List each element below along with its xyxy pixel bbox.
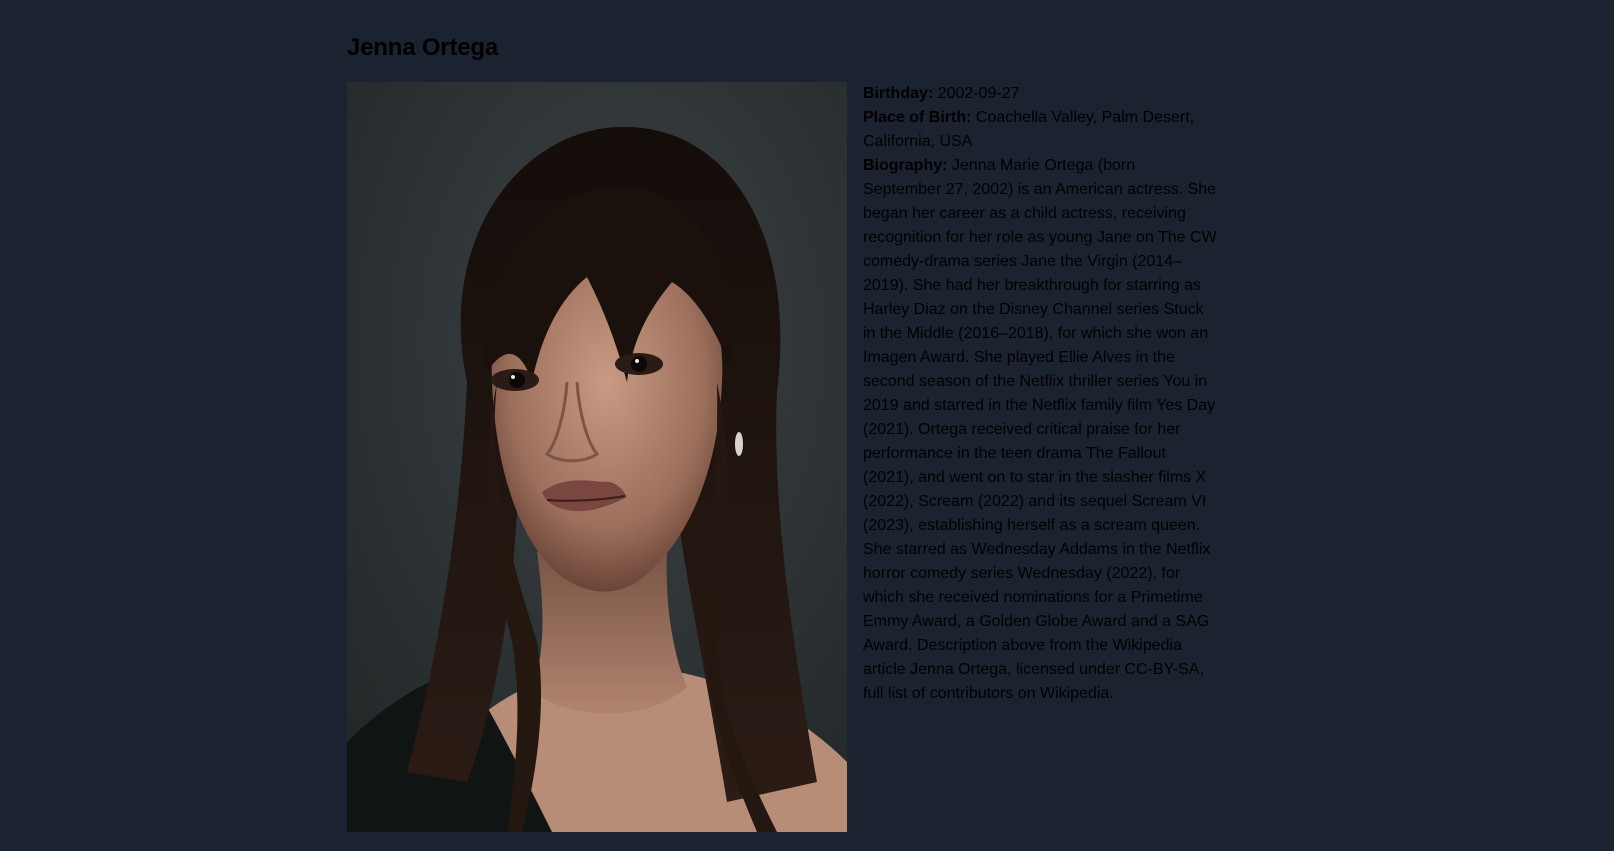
person-page: Jenna Ortega Birthday: 2002-09-27 Place … [347, 30, 1227, 832]
biography-text: Jenna Marie Ortega (born September 27, 2… [863, 157, 1217, 702]
place-of-birth-label: Place of Birth: [863, 109, 972, 126]
place-of-birth-row: Place of Birth: Coachella Valley, Palm D… [863, 106, 1217, 154]
biography-label: Biography: [863, 157, 948, 174]
profile-photo [347, 82, 847, 832]
birthday-row: Birthday: 2002-09-27 [863, 82, 1217, 106]
person-details: Birthday: 2002-09-27 Place of Birth: Coa… [863, 82, 1217, 706]
page-title: Jenna Ortega [347, 34, 498, 61]
birthday-value: 2002-09-27 [937, 85, 1020, 102]
birthday-label: Birthday: [863, 85, 934, 102]
portrait-illustration [347, 82, 847, 832]
biography-row: Biography: Jenna Marie Ortega (born Sept… [863, 154, 1217, 706]
